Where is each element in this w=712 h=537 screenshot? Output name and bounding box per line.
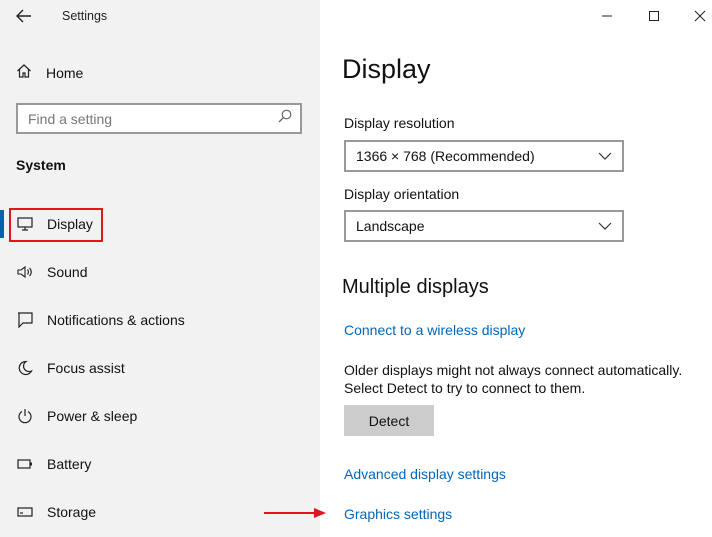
sidebar-item-power-sleep[interactable]: Power & sleep — [0, 396, 320, 436]
detect-note-line1: Older displays might not always connect … — [344, 362, 683, 378]
sidebar: Settings Home Find a setting System Disp… — [0, 0, 320, 537]
main-panel: Display Display resolution 1366 × 768 (R… — [320, 0, 712, 537]
multiple-displays-heading: Multiple displays — [342, 276, 489, 298]
sidebar-item-label: Storage — [47, 504, 97, 520]
search-placeholder: Find a setting — [28, 110, 113, 127]
detect-note: Older displays might not always connect … — [344, 361, 704, 397]
search-icon[interactable] — [278, 109, 292, 128]
chevron-down-icon — [598, 147, 612, 165]
battery-icon — [16, 455, 34, 473]
orientation-value: Landscape — [356, 218, 425, 234]
sidebar-item-notifications[interactable]: Notifications & actions — [0, 300, 320, 340]
sidebar-item-sound[interactable]: Sound — [0, 252, 320, 292]
sidebar-item-label: Sound — [47, 264, 88, 280]
sidebar-item-battery[interactable]: Battery — [0, 444, 320, 484]
home-link[interactable]: Home — [16, 62, 83, 84]
chevron-down-icon — [598, 217, 612, 235]
resolution-dropdown[interactable]: 1366 × 768 (Recommended) — [344, 140, 624, 172]
connect-wireless-display-link[interactable]: Connect to a wireless display — [344, 322, 525, 338]
detect-button[interactable]: Detect — [344, 405, 434, 436]
speaker-icon — [16, 263, 34, 281]
resolution-label: Display resolution — [344, 115, 455, 131]
graphics-settings-link[interactable]: Graphics settings — [344, 506, 452, 522]
minimize-icon[interactable] — [595, 4, 619, 28]
advanced-display-settings-link[interactable]: Advanced display settings — [344, 466, 506, 482]
back-arrow-icon[interactable] — [14, 6, 34, 26]
sidebar-item-label: Power & sleep — [47, 408, 138, 424]
section-title: System — [16, 157, 66, 173]
sidebar-item-label: Focus assist — [47, 360, 125, 376]
moon-icon — [16, 359, 34, 377]
sidebar-item-label: Notifications & actions — [47, 312, 185, 328]
sidebar-item-focus-assist[interactable]: Focus assist — [0, 348, 320, 388]
storage-icon — [16, 503, 34, 521]
sidebar-item-label: Battery — [47, 456, 92, 472]
orientation-label: Display orientation — [344, 186, 460, 202]
red-arrow-annotation — [264, 508, 326, 518]
notification-icon — [16, 311, 34, 329]
detect-note-line2: Select Detect to try to connect to them. — [344, 380, 586, 396]
search-input[interactable]: Find a setting — [16, 103, 302, 134]
home-icon — [16, 63, 32, 84]
highlight-annotation — [9, 208, 103, 242]
window-title: Settings — [62, 9, 108, 23]
close-icon[interactable] — [688, 4, 712, 28]
orientation-dropdown[interactable]: Landscape — [344, 210, 624, 242]
resolution-value: 1366 × 768 (Recommended) — [356, 148, 535, 164]
power-icon — [16, 407, 34, 425]
home-label: Home — [46, 65, 84, 81]
maximize-icon[interactable] — [642, 4, 666, 28]
page-title: Display — [342, 54, 431, 84]
